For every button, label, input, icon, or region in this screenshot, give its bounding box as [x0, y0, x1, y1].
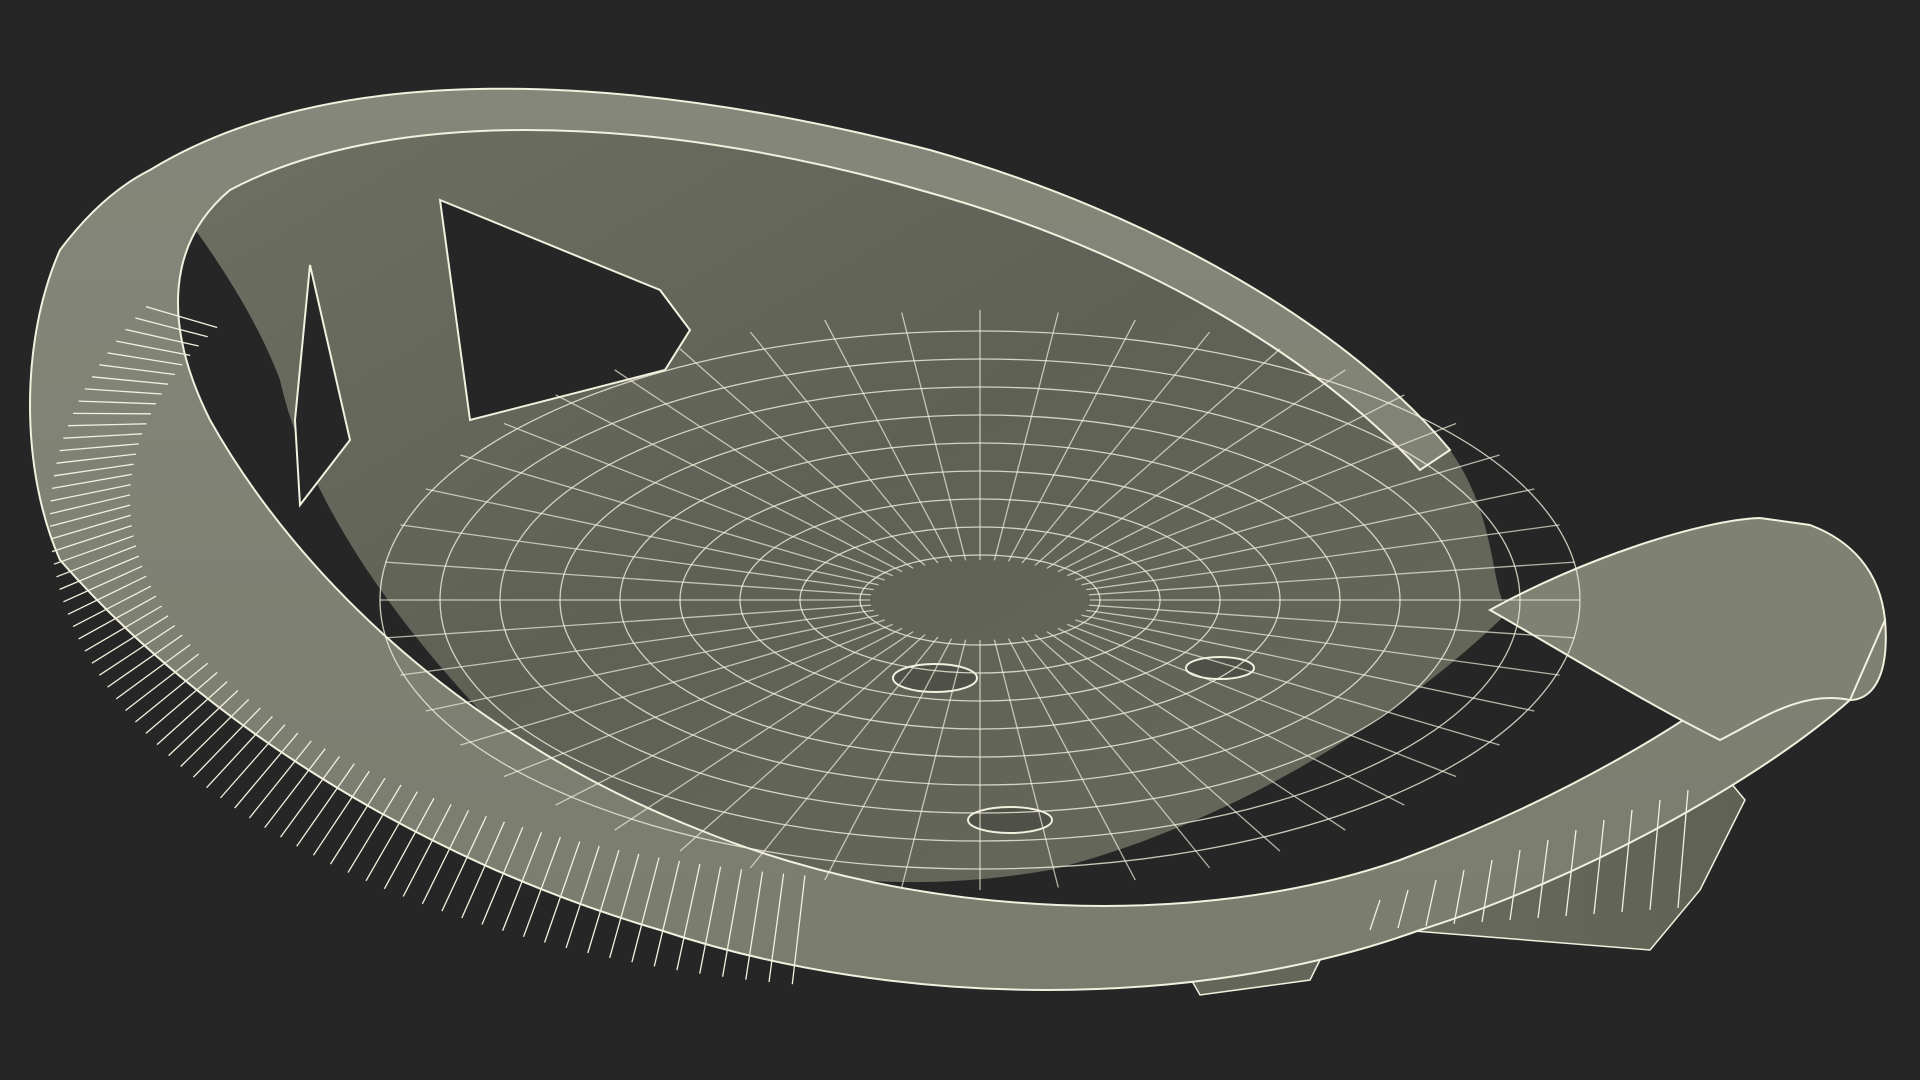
viewport — [0, 0, 1920, 1080]
wireframe-seat-model — [29, 87, 1887, 996]
mesh-rib — [192, 707, 261, 778]
mesh-rib — [156, 681, 228, 746]
drain-hole-1 — [892, 663, 978, 693]
mesh-rib — [180, 698, 250, 767]
mesh-rib — [134, 662, 209, 723]
mesh-rib — [168, 690, 239, 757]
mesh-rib — [145, 672, 218, 734]
drain-hole-2 — [1185, 656, 1255, 680]
